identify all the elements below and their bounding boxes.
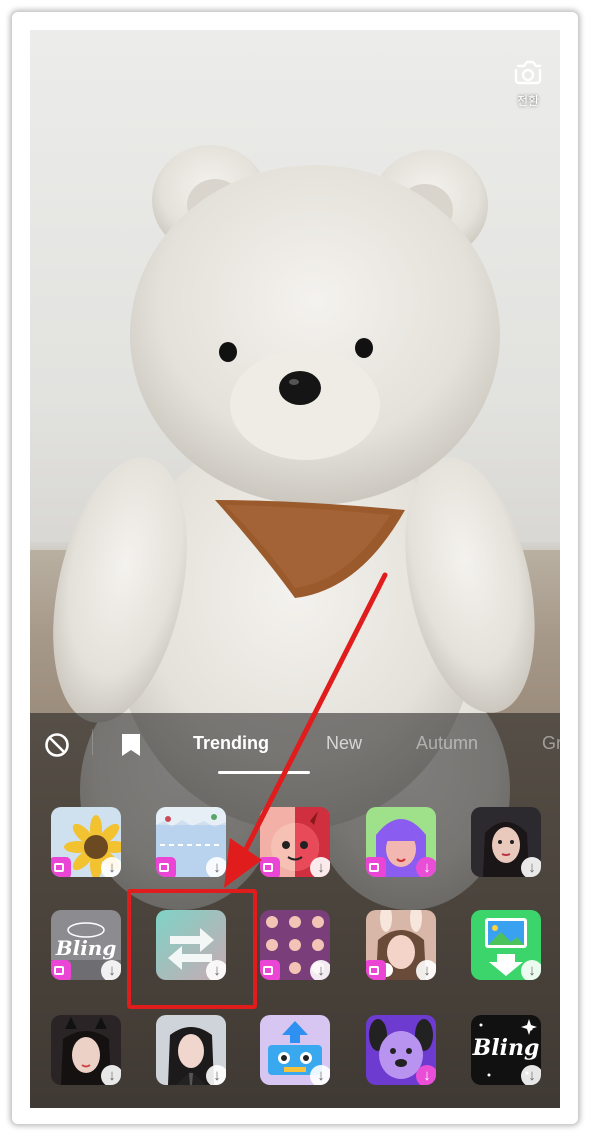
download-icon: ↓ [416,1065,436,1085]
effect-split-hair[interactable]: ↓ [366,807,436,877]
effect-portrait-cat[interactable]: ↓ [51,1015,121,1085]
tab-divider [92,729,93,755]
download-icon: ↓ [521,857,541,877]
download-icon: ↓ [310,960,330,980]
effect-torn-paper[interactable]: ↓ [156,807,226,877]
effect-bling-sparkle[interactable]: Bling ↓ [471,1015,541,1085]
effects-tab-bar: Trending New Autumn Gr [30,713,560,774]
effect-badge-icon [366,960,386,980]
download-icon: ↓ [521,1065,541,1085]
download-icon: ↓ [416,960,436,980]
effect-bunny-ears[interactable]: ↓ [366,910,436,980]
tab-new[interactable]: New [326,733,362,754]
download-icon: ↓ [521,960,541,980]
effect-badge-icon [51,960,71,980]
download-icon: ↓ [416,857,436,877]
effect-photo-download[interactable]: ↓ [471,910,541,980]
tab-gr[interactable]: Gr [542,733,560,754]
bookmark-icon[interactable] [120,732,142,758]
bling-sparkle-label: Bling [472,1035,540,1061]
effect-portrait[interactable]: ↓ [471,807,541,877]
no-effect-icon[interactable] [44,732,70,758]
effect-bling[interactable]: Bling ↓ [51,910,121,980]
download-icon: ↓ [310,1065,330,1085]
effects-grid: ↓ ↓ ↓ ↓ ↓ Bling ↓ ↓ ↓ ↓ ↓ ↓ ↓ ↓ ↓ Bling … [30,30,560,1085]
download-icon: ↓ [101,960,121,980]
download-icon: ↓ [206,857,226,877]
effect-half-face[interactable]: ↓ [260,807,330,877]
effect-purple-dog[interactable]: ↓ [366,1015,436,1085]
effect-portrait-school[interactable]: ↓ [156,1015,226,1085]
effect-badge-icon [260,960,280,980]
effect-badge-icon [51,857,71,877]
effect-photo-grid[interactable]: ↓ [260,910,330,980]
download-icon: ↓ [101,1065,121,1085]
download-icon: ↓ [101,857,121,877]
download-icon: ↓ [206,1065,226,1085]
tab-active-underline [218,771,310,774]
download-icon: ↓ [310,857,330,877]
effect-badge-icon [156,857,176,877]
tab-trending[interactable]: Trending [193,733,269,754]
tab-autumn[interactable]: Autumn [416,733,478,754]
effect-sunflower[interactable]: ↓ [51,807,121,877]
effect-badge-icon [260,857,280,877]
bling-label: Bling [55,936,117,960]
camera-screen: 전환 Trending New Autumn Gr ↓ ↓ ↓ ↓ ↓ Blin… [30,30,560,1108]
annotation-highlight-box [127,889,257,1009]
effect-upload-creature[interactable]: ↓ [260,1015,330,1085]
effect-badge-icon [366,857,386,877]
